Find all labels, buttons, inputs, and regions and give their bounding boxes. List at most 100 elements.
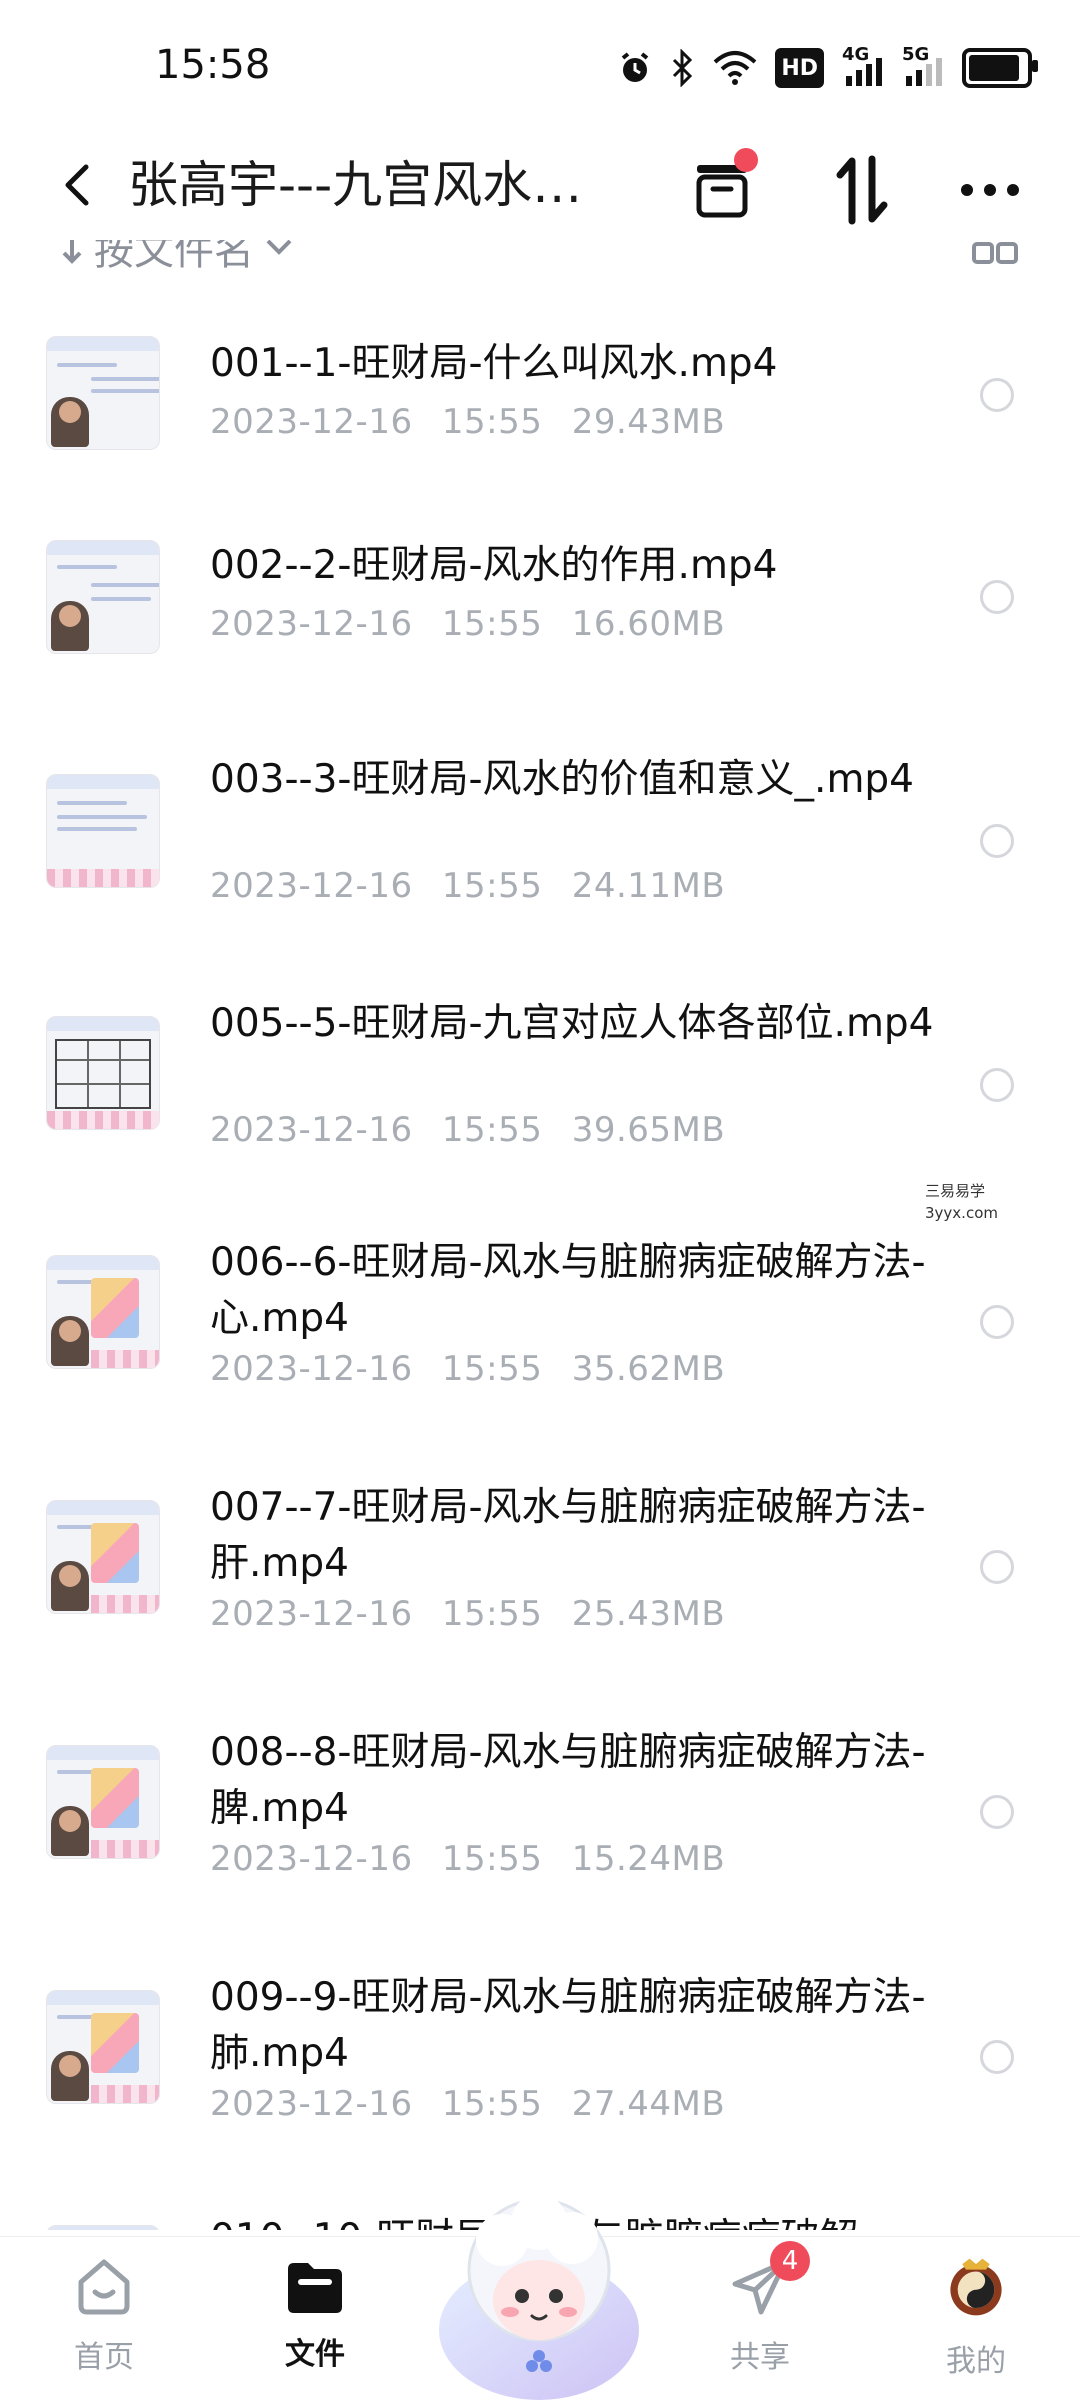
file-name: 007--7-旺财局-风水与脏腑病症破解方法-肝.mp4: [210, 1485, 926, 1586]
nav-label-home: 首页: [74, 2340, 134, 2375]
video-thumbnail: [46, 1990, 160, 2104]
grid-view-icon: [972, 242, 1018, 264]
file-meta: 2023-12-16 15:55 39.65MB: [210, 1110, 725, 1150]
file-meta: 2023-12-16 15:55 15.24MB: [210, 1839, 725, 1879]
notification-dot: [734, 148, 758, 172]
video-thumbnail: [46, 540, 160, 654]
signal-4g-icon: 4G: [842, 44, 884, 88]
file-meta: 2023-12-16 15:55 16.60MB: [210, 604, 725, 644]
list-item[interactable]: 001--1-旺财局-什么叫风水.mp4 2023-12-16 15:55 29…: [0, 280, 1080, 480]
file-size: 15.24MB: [571, 1839, 726, 1879]
nav-item-files[interactable]: 文件: [245, 2255, 385, 2373]
status-icons: HD 4G 5G: [617, 44, 1038, 90]
watermark: 三易易学 3yyx.com: [925, 1180, 998, 1224]
file-size: 24.11MB: [571, 866, 726, 906]
list-item[interactable]: 003--3-旺财局-风水的价值和意义_.mp4 2023-12-16 15:5…: [0, 710, 1080, 950]
file-meta: 2023-12-16 15:55 27.44MB: [210, 2084, 725, 2124]
battery-icon: [962, 48, 1038, 88]
nav-item-me[interactable]: 我的: [906, 2255, 1046, 2380]
nav-label-files: 文件: [285, 2337, 345, 2372]
file-size: 25.43MB: [571, 1594, 726, 1634]
page-title: 张高宇---九宫风水旺...: [128, 156, 628, 214]
video-thumbnail: [46, 774, 160, 888]
select-radio[interactable]: [980, 824, 1014, 858]
file-meta: 2023-12-16 15:55 35.62MB: [210, 1349, 725, 1389]
watermark-line1: 三易易学: [925, 1182, 986, 1200]
nav-label-me: 我的: [946, 2344, 1006, 2379]
file-name: 002--2-旺财局-风水的作用.mp4: [210, 543, 778, 588]
select-radio[interactable]: [980, 1795, 1014, 1829]
mascot-icon: [439, 2194, 639, 2400]
video-thumbnail: [46, 1016, 160, 1130]
bluetooth-icon: [671, 48, 695, 88]
list-item[interactable]: 009--9-旺财局-风水与脏腑病症破解方法-肺.mp4 2023-12-16 …: [0, 1940, 1080, 2180]
file-size: 16.60MB: [571, 604, 726, 644]
archive-button[interactable]: [682, 148, 762, 230]
nav-item-share[interactable]: 4 共享: [690, 2241, 830, 2376]
file-size: 29.43MB: [571, 402, 726, 442]
arrow-down-icon: [62, 240, 82, 264]
video-thumbnail: [46, 2225, 160, 2230]
file-date: 2023-12-16: [210, 866, 413, 906]
nav-item-home[interactable]: 首页: [34, 2255, 174, 2376]
file-time: 15:55: [441, 402, 543, 442]
file-meta: 2023-12-16 15:55 29.43MB: [210, 402, 725, 442]
select-radio[interactable]: [980, 1068, 1014, 1102]
status-bar: 15:58 HD 4G 5G: [0, 0, 1080, 130]
chevron-left-icon: [65, 164, 89, 206]
list-item[interactable]: 006--6-旺财局-风水与脏腑病症破解方法-心.mp4 2023-12-16 …: [0, 1205, 1080, 1445]
back-button[interactable]: [46, 155, 106, 215]
select-radio[interactable]: [980, 378, 1014, 412]
alarm-icon: [617, 48, 653, 88]
file-time: 15:55: [441, 2084, 543, 2124]
assistant-mascot-button[interactable]: [432, 2180, 646, 2400]
avatar-icon: [944, 2255, 1008, 2319]
file-name: 008--8-旺财局-风水与脏腑病症破解方法-脾.mp4: [210, 1730, 926, 1831]
file-name: 005--5-旺财局-九宫对应人体各部位.mp4: [210, 1001, 934, 1046]
select-radio[interactable]: [980, 580, 1014, 614]
sort-icon: [836, 155, 888, 225]
file-size: 35.62MB: [571, 1349, 726, 1389]
list-item[interactable]: 002--2-旺财局-风水的作用.mp4 2023-12-16 15:55 16…: [0, 480, 1080, 680]
file-date: 2023-12-16: [210, 604, 413, 644]
view-toggle-button[interactable]: [972, 240, 1018, 268]
send-icon: 4: [728, 2241, 810, 2319]
video-thumbnail: [46, 1500, 160, 1614]
file-date: 2023-12-16: [210, 1594, 413, 1634]
select-radio[interactable]: [980, 1305, 1014, 1339]
list-item[interactable]: 007--7-旺财局-风水与脏腑病症破解方法-肝.mp4 2023-12-16 …: [0, 1450, 1080, 1690]
more-icon: [961, 184, 1019, 196]
more-button[interactable]: [950, 150, 1030, 230]
sort-label: 按文件名: [94, 240, 254, 274]
file-name: 001--1-旺财局-什么叫风水.mp4: [210, 341, 778, 386]
file-name: 003--3-旺财局-风水的价值和意义_.mp4: [210, 757, 914, 802]
watermark-line2: 3yyx.com: [925, 1204, 998, 1222]
file-date: 2023-12-16: [210, 402, 413, 442]
file-meta: 2023-12-16 15:55 25.43MB: [210, 1594, 725, 1634]
video-thumbnail: [46, 1255, 160, 1369]
select-radio[interactable]: [980, 2040, 1014, 2074]
file-meta: 2023-12-16 15:55 24.11MB: [210, 866, 725, 906]
select-radio[interactable]: [980, 1550, 1014, 1584]
share-badge: 4: [770, 2241, 810, 2281]
battery-fill: [969, 55, 1020, 81]
wifi-icon: [713, 48, 757, 88]
home-icon: [72, 2255, 136, 2319]
file-date: 2023-12-16: [210, 1839, 413, 1879]
list-item[interactable]: 005--5-旺财局-九宫对应人体各部位.mp4 2023-12-16 15:5…: [0, 960, 1080, 1200]
file-date: 2023-12-16: [210, 1110, 413, 1150]
signal-5g-icon: 5G: [902, 44, 944, 88]
file-size: 27.44MB: [571, 2084, 726, 2124]
list-item[interactable]: 008--8-旺财局-风水与脏腑病症破解方法-脾.mp4 2023-12-16 …: [0, 1695, 1080, 1935]
sort-button[interactable]: [822, 150, 902, 230]
sort-row: 按文件名: [0, 240, 1080, 280]
file-time: 15:55: [441, 604, 543, 644]
video-thumbnail: [46, 336, 160, 450]
status-time: 15:58: [155, 42, 271, 88]
video-thumbnail: [46, 1745, 160, 1859]
file-time: 15:55: [441, 1110, 543, 1150]
sort-by-name-button[interactable]: 按文件名: [60, 240, 294, 276]
file-list: 001--1-旺财局-什么叫风水.mp4 2023-12-16 15:55 29…: [0, 280, 1080, 2230]
file-name: 009--9-旺财局-风水与脏腑病症破解方法-肺.mp4: [210, 1975, 926, 2076]
file-date: 2023-12-16: [210, 2084, 413, 2124]
